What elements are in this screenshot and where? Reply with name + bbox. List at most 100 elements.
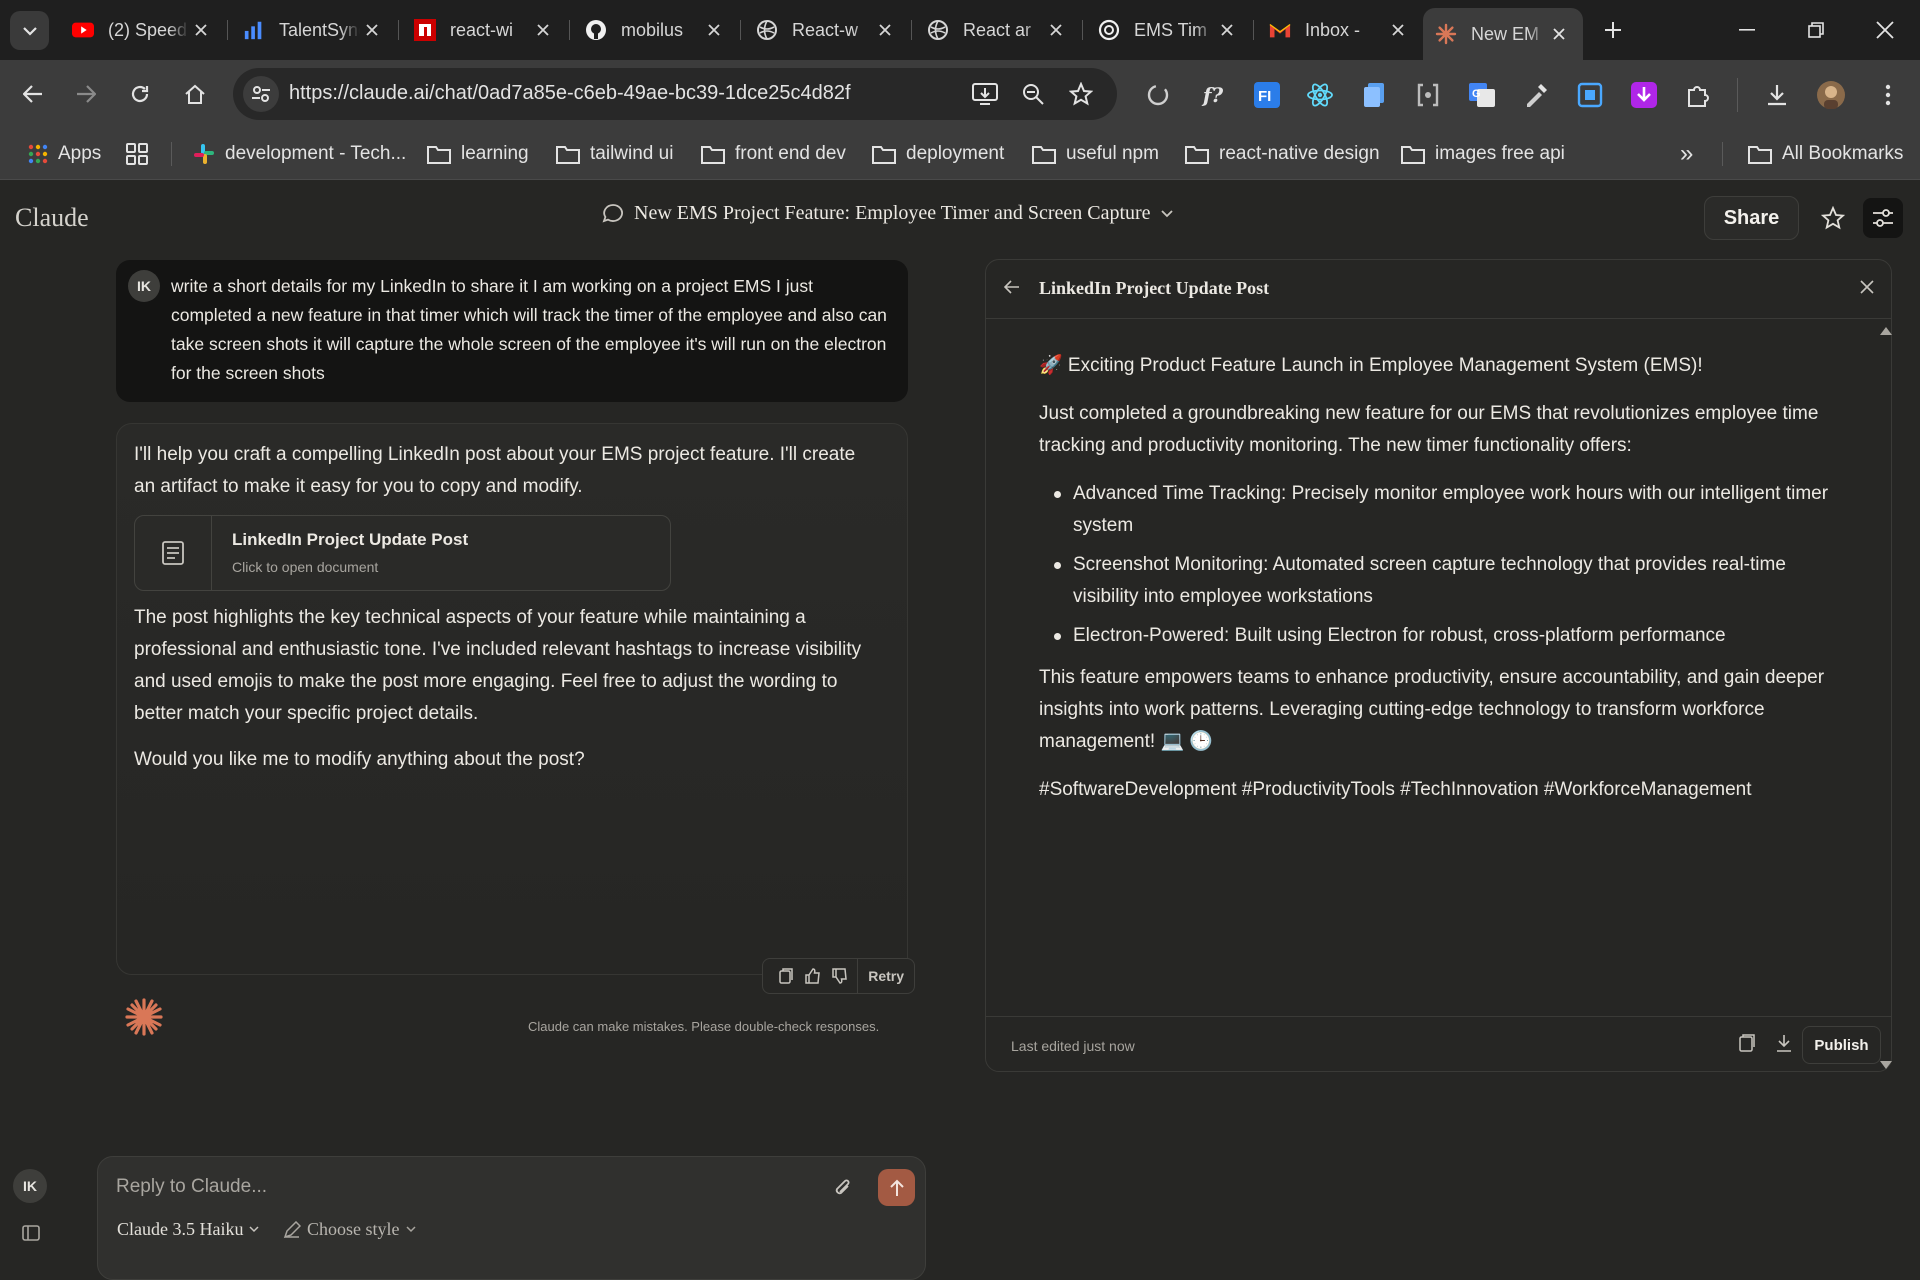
browser-menu-icon[interactable] (1873, 80, 1903, 110)
bookmark-front-end-dev[interactable]: front end dev (701, 140, 846, 168)
all-bookmarks-button[interactable]: All Bookmarks (1748, 140, 1903, 168)
download-extension-icon[interactable] (1629, 80, 1659, 110)
bookmarks-overflow-button[interactable]: » (1680, 140, 1693, 168)
share-button[interactable]: Share (1704, 196, 1799, 240)
bookmark-star-icon[interactable] (1067, 80, 1095, 108)
bookmark-apps[interactable]: Apps (28, 140, 101, 168)
artifact-card-title: LinkedIn Project Update Post (232, 530, 469, 549)
tab-ems-timer[interactable]: EMS Tim (1086, 8, 1251, 52)
zoom-icon[interactable] (1019, 80, 1047, 108)
tab-search-button[interactable] (10, 11, 49, 50)
extension-docs-icon[interactable] (1359, 80, 1389, 110)
tab-react-w[interactable]: React-w (744, 8, 909, 52)
url-text[interactable]: https://claude.ai/chat/0ad7a85e-c6eb-49a… (289, 82, 851, 105)
profile-avatar-icon[interactable] (1816, 80, 1846, 110)
publish-button[interactable]: Publish (1802, 1026, 1881, 1064)
model-selector[interactable]: Claude 3.5 Haiku (117, 1219, 260, 1240)
assistant-intro-text: I'll help you craft a compelling LinkedI… (134, 444, 856, 497)
close-tab-icon[interactable] (702, 18, 726, 42)
download-icon[interactable] (1776, 1034, 1792, 1052)
tab-github[interactable]: mobilus (573, 8, 738, 52)
downloads-icon[interactable] (1762, 80, 1792, 110)
thumbs-down-icon[interactable] (826, 962, 853, 990)
tab-react-ar[interactable]: React ar (915, 8, 1080, 52)
react-devtools-icon[interactable] (1305, 80, 1335, 110)
bookmark-tailwind-ui[interactable]: tailwind ui (556, 140, 673, 168)
close-tab-icon[interactable] (189, 18, 213, 42)
forward-button[interactable] (66, 74, 106, 114)
back-button[interactable] (13, 74, 53, 114)
new-tab-button[interactable] (1591, 12, 1635, 48)
artifact-panel-title: LinkedIn Project Update Post (1039, 278, 1270, 298)
reply-input[interactable] (116, 1171, 756, 1203)
close-tab-icon[interactable] (531, 18, 555, 42)
send-button[interactable] (878, 1169, 915, 1206)
minimize-button[interactable] (1725, 12, 1769, 48)
retry-button[interactable]: Retry (857, 958, 914, 994)
tab-gmail[interactable]: Inbox - (1257, 8, 1422, 52)
google-translate-icon[interactable]: G (1467, 80, 1497, 110)
close-tab-icon[interactable] (1215, 18, 1239, 42)
folder-icon (1032, 144, 1056, 164)
account-avatar[interactable]: IK (13, 1169, 47, 1203)
close-window-button[interactable] (1863, 12, 1907, 48)
extension-sync-icon[interactable] (1143, 80, 1173, 110)
bookmark-useful-npm[interactable]: useful npm (1032, 140, 1159, 168)
scroll-up-arrow-icon[interactable] (1879, 326, 1893, 336)
sidebar-toggle-icon[interactable] (22, 1225, 40, 1241)
claude-logo[interactable]: Claude (15, 203, 89, 233)
folder-icon (872, 144, 896, 164)
restore-button[interactable] (1794, 12, 1838, 48)
folder-icon (427, 144, 451, 164)
tab-talentsync[interactable]: TalentSync (231, 8, 396, 52)
close-tab-icon[interactable] (360, 18, 384, 42)
copy-icon[interactable] (773, 962, 800, 990)
close-icon (1876, 21, 1894, 39)
style-selector[interactable]: Choose style (283, 1219, 416, 1240)
close-tab-icon[interactable] (1044, 18, 1068, 42)
tab-divider (740, 20, 741, 40)
star-icon[interactable] (1813, 198, 1853, 238)
extension-fonts-icon[interactable]: f? (1198, 80, 1228, 110)
bookmark-tab-groups[interactable] (126, 140, 158, 168)
minimize-icon (1739, 29, 1755, 31)
chevron-down-icon (405, 1226, 416, 1233)
home-button[interactable] (175, 74, 215, 114)
bookmark-deployment[interactable]: deployment (872, 140, 1004, 168)
github-icon (585, 19, 607, 41)
install-app-icon[interactable] (971, 80, 999, 108)
user-message: IK write a short details for my LinkedIn… (116, 260, 908, 402)
address-bar[interactable]: https://claude.ai/chat/0ad7a85e-c6eb-49a… (233, 68, 1117, 120)
close-tab-icon[interactable] (1386, 18, 1410, 42)
screenshot-extension-icon[interactable] (1575, 80, 1605, 110)
close-icon[interactable] (1860, 280, 1874, 294)
thumbs-up-icon[interactable] (800, 962, 827, 990)
close-tab-icon[interactable] (1547, 22, 1571, 46)
close-tab-icon[interactable] (873, 18, 897, 42)
site-info-icon[interactable] (243, 76, 279, 112)
settings-sliders-icon[interactable] (1863, 198, 1903, 238)
tab-youtube[interactable]: (2) Speed (60, 8, 225, 52)
tab-title: React ar (963, 19, 1032, 40)
extensions-puzzle-icon[interactable] (1683, 80, 1713, 110)
bookmark-development[interactable]: development - Tech... (193, 140, 406, 168)
reload-button[interactable] (120, 74, 160, 114)
bookmark-label: images free api (1435, 143, 1565, 164)
tab-title: EMS Tim (1134, 19, 1208, 40)
tab-claude-active[interactable]: New EM (1423, 8, 1583, 60)
artifact-card-subtitle: Click to open document (232, 559, 379, 575)
extension-fi-icon[interactable]: FI (1252, 80, 1282, 110)
arrow-left-icon[interactable] (1004, 280, 1020, 294)
paperclip-icon[interactable] (833, 1177, 853, 1199)
artifact-panel: LinkedIn Project Update Post 🚀 Exciting … (985, 259, 1892, 1072)
copy-icon[interactable] (1739, 1034, 1755, 1052)
bookmark-images-free-api[interactable]: images free api (1401, 140, 1565, 168)
conversation-title-button[interactable]: New EMS Project Feature: Employee Timer … (602, 202, 1173, 225)
gmail-icon (1269, 19, 1291, 41)
bookmark-react-native-design[interactable]: react-native design (1185, 140, 1380, 168)
color-picker-icon[interactable] (1521, 80, 1551, 110)
artifact-card[interactable]: LinkedIn Project Update Post Click to op… (134, 515, 671, 591)
bookmark-learning[interactable]: learning (427, 140, 529, 168)
extension-css-icon[interactable] (1413, 80, 1443, 110)
tab-npm[interactable]: react-wi (402, 8, 567, 52)
